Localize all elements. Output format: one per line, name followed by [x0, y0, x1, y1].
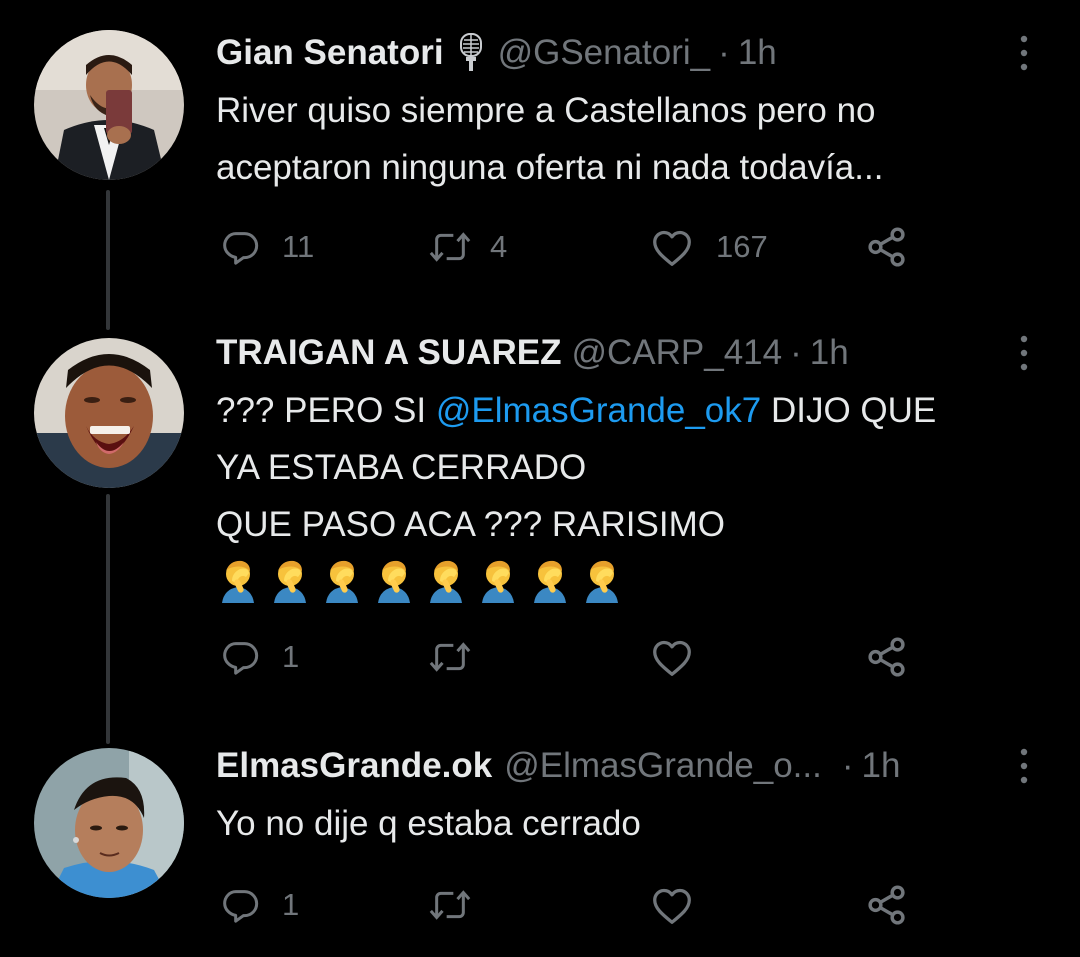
share-button[interactable]	[864, 880, 910, 930]
like-button[interactable]	[650, 880, 716, 930]
display-name[interactable]: ElmasGrande.ok	[216, 746, 492, 786]
tweet-text-line: Yo no dije q estaba cerrado	[216, 804, 641, 843]
avatar[interactable]	[34, 748, 184, 898]
user-handle[interactable]: @ElmasGrande_o...	[504, 746, 822, 786]
reply-count: 1	[282, 887, 300, 922]
tweet[interactable]: ElmasGrande.ok @ElmasGrande_o... · 1h Yo…	[0, 0, 1080, 957]
heart-icon	[653, 888, 691, 924]
more-options-icon[interactable]	[1014, 746, 1034, 786]
retweet-icon	[429, 890, 471, 920]
timestamp[interactable]: 1h	[862, 746, 901, 786]
retweet-button[interactable]	[428, 880, 494, 930]
separator-dot: ·	[841, 746, 854, 785]
share-icon	[868, 885, 905, 925]
reply-button[interactable]: 1	[220, 880, 299, 930]
reply-icon	[223, 890, 259, 923]
tweet-actions: 1	[216, 880, 936, 930]
tweet-header: ElmasGrande.ok @ElmasGrande_o... · 1h	[216, 743, 900, 789]
tweet-text: Yo no dije q estaba cerrado	[216, 795, 1056, 852]
